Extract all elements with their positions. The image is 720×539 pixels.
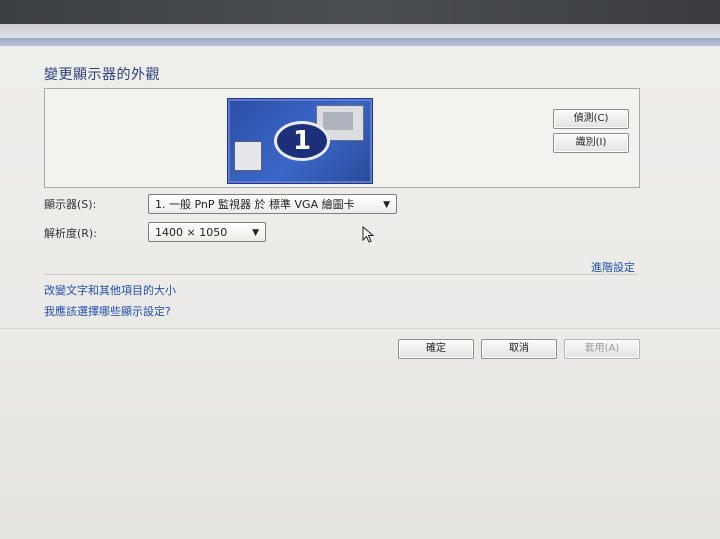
chevron-down-icon: ▼ <box>383 200 390 210</box>
monitor-thumbnail[interactable]: 1 <box>228 99 372 183</box>
window-title-strip <box>0 24 720 38</box>
cancel-button[interactable]: 取消 <box>481 339 557 359</box>
apply-button[interactable]: 套用(A) <box>564 339 640 359</box>
resolution-select[interactable]: 1400 × 1050 ▼ <box>148 222 266 242</box>
text-size-link[interactable]: 改變文字和其他項目的大小 <box>44 282 176 298</box>
display-select[interactable]: 1. 一般 PnP 監視器 於 標準 VGA 繪圖卡 ▼ <box>148 194 397 214</box>
window-thumbnail-content <box>323 112 353 130</box>
window-accent-line <box>0 38 720 46</box>
monitor-number-badge: 1 <box>274 121 330 161</box>
mouse-cursor-icon <box>362 226 375 243</box>
display-settings-help-link[interactable]: 我應該選擇哪些顯示設定? <box>44 303 171 319</box>
advanced-settings-link[interactable]: 進階設定 <box>591 259 635 275</box>
page-title: 變更顯示器的外觀 <box>44 67 160 83</box>
chevron-down-icon: ▼ <box>252 228 259 238</box>
display-label: 顯示器(S): <box>44 198 97 211</box>
identify-button[interactable]: 識別(I) <box>553 133 629 153</box>
resolution-label: 解析度(R): <box>44 227 97 240</box>
footer-divider <box>0 328 720 329</box>
window-top-frame <box>0 0 720 24</box>
resolution-select-value: 1400 × 1050 <box>155 226 228 239</box>
section-divider <box>44 274 638 275</box>
display-preview-area: 1 偵測(C) 識別(I) <box>44 88 640 188</box>
detect-button[interactable]: 偵測(C) <box>553 109 629 129</box>
gadget-thumbnail-icon <box>234 141 262 171</box>
display-select-value: 1. 一般 PnP 監視器 於 標準 VGA 繪圖卡 <box>155 198 355 211</box>
ok-button[interactable]: 確定 <box>398 339 474 359</box>
